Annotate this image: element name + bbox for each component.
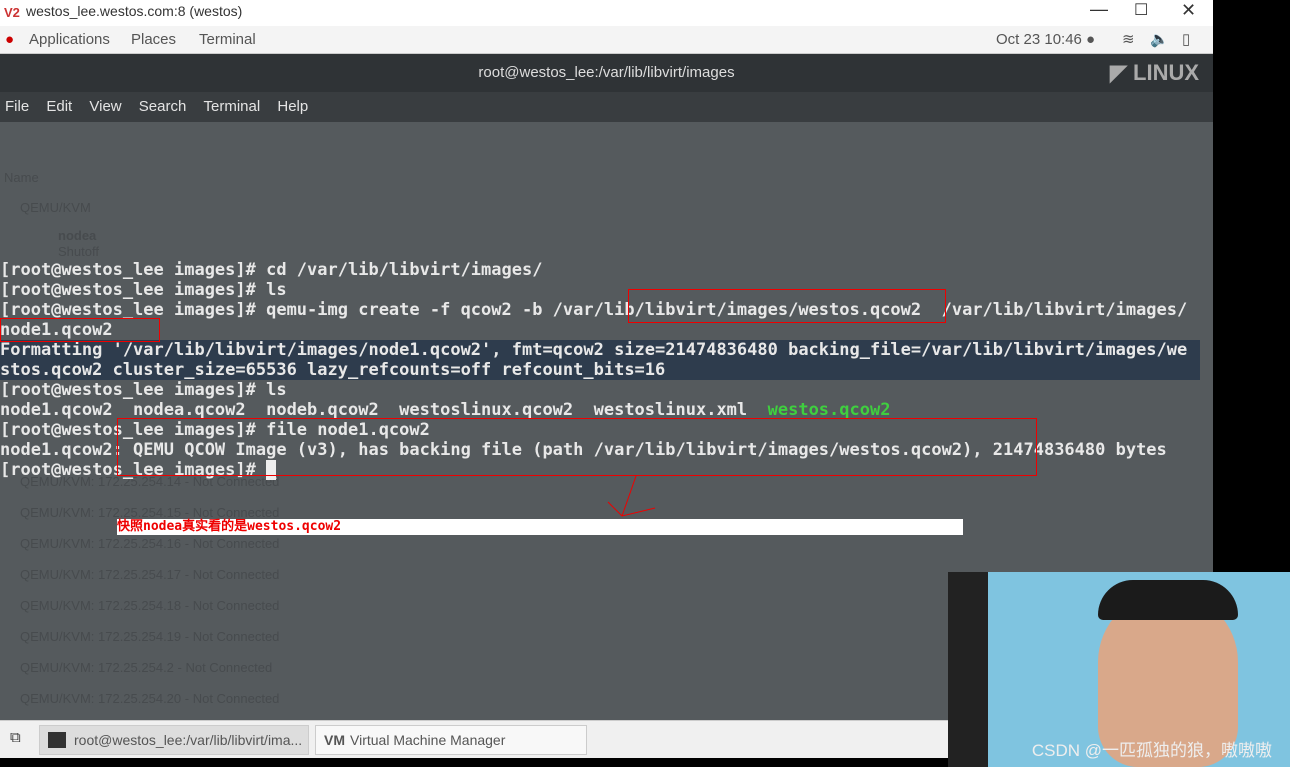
ls-green-file: westos.qcow2 <box>767 400 891 420</box>
window-title: westos_lee.westos.com:8 (westos) <box>26 3 243 19</box>
battery-icon[interactable]: ▯ <box>1182 26 1190 54</box>
gnome-top-bar: ● Applications Places Terminal Oct 23 10… <box>0 26 1213 54</box>
volume-icon[interactable]: 🔈 <box>1150 26 1169 54</box>
menu-terminal[interactable]: Terminal <box>204 98 261 115</box>
taskbar-vmm-label: Virtual Machine Manager <box>350 732 506 748</box>
vmm-connection: QEMU/KVM: 172.25.254.20 - Not Connected <box>20 691 280 706</box>
vmm-icon: VM <box>324 732 345 748</box>
annotation-note: 快照nodea真实看的是westos.qcow2 <box>117 519 963 535</box>
terminal-line-selected: stos.qcow2 cluster_size=65536 lazy_refco… <box>0 360 1200 380</box>
wifi-icon[interactable]: ≋ <box>1122 26 1135 54</box>
show-desktop-icon[interactable]: ⧉ <box>10 729 21 746</box>
window-titlebar: V2 westos_lee.westos.com:8 (westos) — ☐ … <box>0 0 1213 26</box>
vmm-vm-name: nodea <box>58 228 97 243</box>
vmm-connection: QEMU/KVM: 172.25.254.18 - Not Connected <box>20 598 280 613</box>
close-button[interactable]: ✕ <box>1181 0 1196 21</box>
annotation-box <box>0 318 160 342</box>
applications-menu[interactable]: Applications <box>29 26 110 54</box>
taskbar-terminal-label: root@westos_lee:/var/lib/libvirt/ima... <box>74 732 303 748</box>
minimize-button[interactable]: — <box>1090 0 1108 20</box>
terminal-icon <box>48 732 66 748</box>
menu-help[interactable]: Help <box>277 98 308 115</box>
menu-view[interactable]: View <box>89 98 121 115</box>
redhat-icon: ● <box>5 31 15 48</box>
ls-output: node1.qcow2 nodea.qcow2 nodeb.qcow2 west… <box>0 400 768 420</box>
annotation-box <box>628 289 946 323</box>
vmm-name-header: Name <box>4 170 39 185</box>
terminal-menu[interactable]: Terminal <box>199 26 256 54</box>
taskbar-terminal[interactable]: root@westos_lee:/var/lib/libvirt/ima... <box>39 725 309 755</box>
terminal-line: [root@westos_lee images]# cd /var/lib/li… <box>0 260 543 280</box>
menu-file[interactable]: File <box>5 98 29 115</box>
microphone <box>948 572 988 767</box>
places-menu[interactable]: Places <box>131 26 176 54</box>
terminal-line: [root@westos_lee images]# ls <box>0 280 287 300</box>
menu-search[interactable]: Search <box>139 98 187 115</box>
menu-edit[interactable]: Edit <box>46 98 72 115</box>
terminal-title: root@westos_lee:/var/lib/libvirt/images <box>478 64 735 81</box>
terminal-line: [root@westos_lee images]# qemu-img creat… <box>0 300 1188 320</box>
terminal-line-selected: Formatting '/var/lib/libvirt/images/node… <box>0 340 1200 360</box>
terminal-menubar: File Edit View Search Terminal Help <box>0 92 1213 122</box>
maximize-button[interactable]: ☐ <box>1134 0 1148 22</box>
vmm-connection: QEMU/KVM: 172.25.254.2 - Not Connected <box>20 660 273 675</box>
annotation-box <box>117 418 1037 476</box>
csdn-watermark: CSDN @一匹孤独的狼，嗷嗷嗷 <box>1031 741 1272 760</box>
vmm-connection: QEMU/KVM: 172.25.254.15 - Not Connected <box>20 505 280 520</box>
linux-logo: ◤ LINUX <box>1110 60 1200 85</box>
vmm-vm-state: Shutoff <box>58 244 99 259</box>
person-hair <box>1098 580 1238 620</box>
vmm-group: QEMU/KVM <box>20 200 91 215</box>
vmm-connection: QEMU/KVM: 172.25.254.16 - Not Connected <box>20 536 280 551</box>
terminal-line: [root@westos_lee images]# ls <box>0 380 287 400</box>
vmm-connection: QEMU/KVM: 172.25.254.19 - Not Connected <box>20 629 280 644</box>
vmm-connection: QEMU/KVM: 172.25.254.17 - Not Connected <box>20 567 280 582</box>
terminal-line: node1.qcow2 nodea.qcow2 nodeb.qcow2 west… <box>0 400 890 420</box>
annotation-arrow <box>607 475 656 517</box>
vnc-icon: V2 <box>4 5 20 20</box>
clock[interactable]: Oct 23 10:46 ● <box>996 26 1095 54</box>
terminal-headerbar: root@westos_lee:/var/lib/libvirt/images … <box>0 54 1213 92</box>
taskbar-vmm[interactable]: VM Virtual Machine Manager <box>315 725 587 755</box>
